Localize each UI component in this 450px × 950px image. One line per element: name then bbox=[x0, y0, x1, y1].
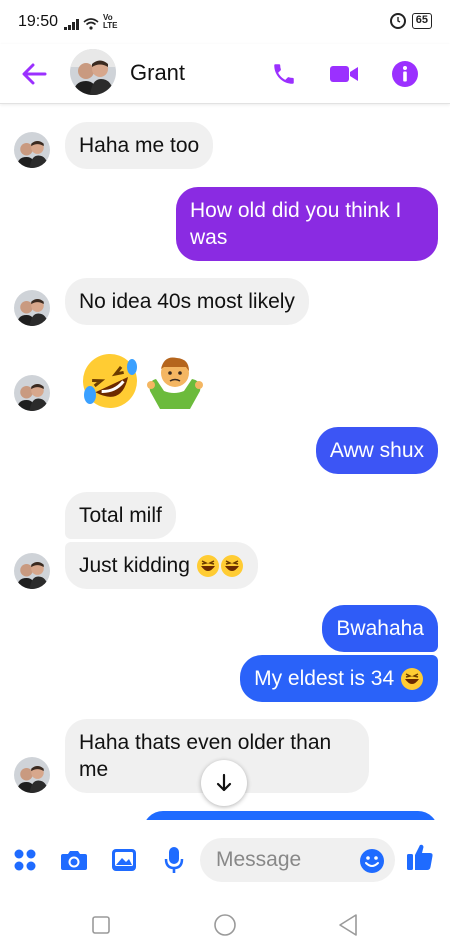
smile-icon[interactable] bbox=[359, 848, 385, 874]
home-button[interactable] bbox=[210, 910, 240, 940]
contact-name[interactable]: Grant bbox=[130, 60, 185, 86]
phone-icon bbox=[274, 64, 294, 84]
message-bubble-incoming[interactable]: Total milf bbox=[65, 492, 176, 539]
message-bubble-incoming[interactable]: Haha me too bbox=[65, 122, 214, 169]
camera-button[interactable] bbox=[58, 844, 90, 876]
voice-button[interactable] bbox=[158, 844, 190, 876]
status-time: 19:50 bbox=[18, 13, 59, 30]
message-bubble-outgoing[interactable]: Bwahaha bbox=[322, 605, 438, 652]
laughing-emoji-icon bbox=[401, 668, 423, 691]
square-icon bbox=[92, 916, 110, 934]
message-text: My eldest is 34 bbox=[254, 667, 395, 690]
man-shrugging-emoji-icon bbox=[147, 357, 203, 409]
thumbs-up-icon bbox=[407, 844, 433, 870]
composer-bar bbox=[0, 820, 450, 900]
message-bubble-incoming[interactable]: Just kidding bbox=[65, 542, 258, 589]
laughing-emoji-icon bbox=[196, 555, 243, 578]
message-bubble-outgoing[interactable]: My eldest is 34 bbox=[240, 655, 438, 702]
like-button[interactable] bbox=[404, 841, 436, 873]
mic-icon bbox=[164, 847, 184, 873]
info-icon bbox=[392, 61, 418, 87]
emoji-message[interactable] bbox=[80, 351, 206, 413]
back-button[interactable] bbox=[18, 58, 50, 90]
message-bubble-outgoing-partial[interactable] bbox=[143, 811, 438, 820]
video-icon bbox=[330, 66, 358, 82]
message-bubble-outgoing[interactable]: Aww shux bbox=[315, 427, 438, 474]
rolling-laughing-emoji-icon bbox=[83, 354, 137, 408]
message-bubble-incoming[interactable]: No idea 40s most likely bbox=[65, 278, 309, 325]
back-nav-button[interactable] bbox=[333, 910, 363, 940]
triangle-back-icon bbox=[339, 914, 357, 936]
info-button[interactable] bbox=[387, 56, 423, 92]
recents-button[interactable] bbox=[86, 910, 116, 940]
message-bubble-outgoing[interactable]: How old did you think I was bbox=[176, 187, 438, 261]
gallery-icon bbox=[112, 849, 136, 871]
call-button[interactable] bbox=[266, 56, 302, 92]
signal-icon bbox=[64, 18, 79, 30]
more-apps-button[interactable] bbox=[9, 844, 41, 876]
message-text: Just kidding bbox=[79, 554, 190, 577]
system-nav-bar bbox=[0, 900, 450, 950]
circle-icon bbox=[214, 914, 236, 936]
sender-avatar bbox=[14, 290, 50, 326]
status-bar: 19:50 Vo LTE 65 bbox=[0, 0, 450, 44]
contact-avatar[interactable] bbox=[70, 49, 116, 95]
sender-avatar bbox=[14, 132, 50, 168]
scroll-to-bottom-button[interactable] bbox=[201, 760, 247, 806]
gallery-button[interactable] bbox=[108, 844, 140, 876]
status-icons: Vo LTE bbox=[64, 13, 118, 30]
camera-icon bbox=[61, 851, 87, 870]
back-arrow-icon bbox=[22, 63, 47, 85]
avatar-photo bbox=[70, 49, 116, 95]
battery-indicator: 65 bbox=[411, 13, 432, 29]
sender-avatar bbox=[14, 375, 50, 411]
message-list[interactable]: Haha me too How old did you think I was … bbox=[0, 105, 450, 820]
volte-indicator: Vo LTE bbox=[103, 13, 118, 30]
sender-avatar bbox=[14, 553, 50, 589]
wifi-icon bbox=[83, 18, 99, 30]
more-apps-icon bbox=[14, 849, 36, 871]
video-call-button[interactable] bbox=[326, 56, 362, 92]
chat-header: Grant bbox=[0, 44, 450, 104]
arrow-down-icon bbox=[216, 773, 232, 792]
sender-avatar bbox=[14, 757, 50, 793]
alarm-icon bbox=[389, 13, 406, 29]
